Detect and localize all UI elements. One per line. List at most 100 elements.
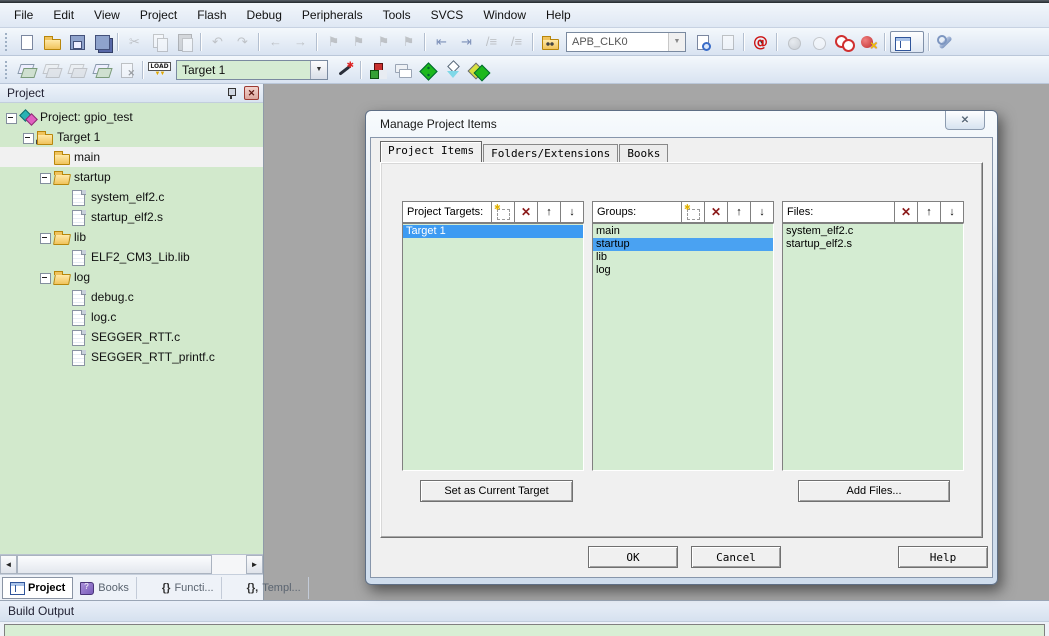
target-select-combobox[interactable]: Target 1 ▼ xyxy=(176,60,328,80)
bookmark-prev-button[interactable]: ⚑ xyxy=(347,31,370,53)
build-button[interactable] xyxy=(40,59,63,81)
cut-button[interactable]: ✂ xyxy=(123,31,146,53)
manage-rte-button[interactable] xyxy=(441,59,464,81)
target-select-dropdown[interactable]: ▼ xyxy=(310,61,327,79)
cancel-button[interactable]: Cancel xyxy=(691,546,781,568)
tree-expander-icon[interactable] xyxy=(6,113,19,122)
rebuild-button[interactable] xyxy=(65,59,88,81)
manage-components-button[interactable] xyxy=(366,59,389,81)
tree-item[interactable]: SEGGER_RTT.c xyxy=(0,327,263,347)
menu-item[interactable]: Help xyxy=(536,3,581,27)
new-target-button[interactable] xyxy=(491,202,514,222)
tree-item[interactable]: startup_elf2.s xyxy=(0,207,263,227)
find-in-files-button[interactable] xyxy=(538,31,561,53)
batch-build-button[interactable]: ▾ xyxy=(90,59,113,81)
menu-item[interactable]: View xyxy=(84,3,130,27)
dialog-tab[interactable]: Folders/Extensions xyxy=(483,144,618,162)
tree-item[interactable]: SEGGER_RTT_printf.c xyxy=(0,347,263,367)
copy-button[interactable] xyxy=(148,31,171,53)
translate-button[interactable] xyxy=(15,59,38,81)
target-list-item[interactable]: Target 1 xyxy=(403,225,583,238)
menu-item[interactable]: Edit xyxy=(43,3,84,27)
bookmark-toggle-button[interactable]: ⚑ xyxy=(322,31,345,53)
new-group-button[interactable] xyxy=(681,202,704,222)
tree-item[interactable]: startup xyxy=(0,167,263,187)
menu-item[interactable]: Flash xyxy=(187,3,236,27)
find-in-target-button[interactable] xyxy=(691,31,714,53)
move-target-up-button[interactable]: ↑ xyxy=(537,202,560,222)
tree-item[interactable]: log xyxy=(0,267,263,287)
tree-item[interactable]: debug.c xyxy=(0,287,263,307)
tree-item[interactable]: system_elf2.c xyxy=(0,187,263,207)
pack-installer-button[interactable] xyxy=(416,59,439,81)
tree-expander-icon[interactable] xyxy=(23,133,36,142)
tree-item[interactable]: ELF2_CM3_Lib.lib xyxy=(0,247,263,267)
pin-icon[interactable] xyxy=(226,87,236,99)
open-button[interactable] xyxy=(40,31,63,53)
dialog-tab[interactable]: Project Items xyxy=(380,141,482,162)
breakpoint-enable-button[interactable] xyxy=(807,31,830,53)
move-file-down-button[interactable]: ↓ xyxy=(940,202,963,222)
menu-item[interactable]: Project xyxy=(130,3,187,27)
start-debug-session-button[interactable]: ▾ xyxy=(749,31,772,53)
targets-list[interactable]: Target 1 xyxy=(402,223,584,471)
toolbar-grip[interactable] xyxy=(5,33,11,51)
file-extensions-button[interactable] xyxy=(391,59,414,81)
tree-expander-icon[interactable] xyxy=(40,233,53,242)
window-layout-button[interactable]: ▾ xyxy=(890,31,924,53)
breakpoint-insert-button[interactable] xyxy=(782,31,805,53)
group-list-item[interactable]: startup xyxy=(593,238,773,251)
delete-group-button[interactable]: ✕ xyxy=(704,202,727,222)
delete-file-button[interactable]: ✕ xyxy=(894,202,917,222)
breakpoint-kill-all-button[interactable] xyxy=(857,31,880,53)
move-target-down-button[interactable]: ↓ xyxy=(560,202,583,222)
groups-list[interactable]: main startup lib log xyxy=(592,223,774,471)
tree-item[interactable]: Target 1 xyxy=(0,127,263,147)
menu-item[interactable]: Debug xyxy=(237,3,292,27)
move-file-up-button[interactable]: ↑ xyxy=(917,202,940,222)
dialog-tab[interactable]: Books xyxy=(619,144,668,162)
horizontal-scrollbar[interactable]: ◄ ► xyxy=(0,554,263,574)
dialog-title-bar[interactable]: Manage Project Items xyxy=(370,111,993,137)
options-for-target-button[interactable] xyxy=(333,59,356,81)
delete-target-button[interactable]: ✕ xyxy=(514,202,537,222)
nav-back-button[interactable]: ← xyxy=(264,31,287,53)
help-button[interactable]: Help xyxy=(898,546,988,568)
tree-item[interactable]: lib xyxy=(0,227,263,247)
tree-item[interactable]: Project: gpio_test xyxy=(0,107,263,127)
scrollbar-track[interactable] xyxy=(17,555,246,574)
build-output-content[interactable] xyxy=(4,624,1045,636)
scroll-right-icon[interactable]: ► xyxy=(246,555,263,574)
tree-item[interactable]: main xyxy=(0,147,263,167)
build-output-header[interactable]: Build Output xyxy=(0,600,1049,622)
configure-tools-button[interactable] xyxy=(934,31,957,53)
download-button[interactable] xyxy=(148,59,171,81)
select-packs-button[interactable] xyxy=(466,59,489,81)
group-list-item[interactable]: lib xyxy=(593,251,773,264)
move-group-up-button[interactable]: ↑ xyxy=(727,202,750,222)
uncomment-button[interactable]: /≡ xyxy=(505,31,528,53)
panel-tab[interactable]: Project xyxy=(2,577,73,599)
scroll-left-icon[interactable]: ◄ xyxy=(0,555,17,574)
save-all-button[interactable] xyxy=(90,31,113,53)
panel-tab[interactable]: {} Functi... xyxy=(137,577,222,599)
nav-forward-button[interactable]: → xyxy=(289,31,312,53)
set-as-current-target-button[interactable]: Set as Current Target xyxy=(420,480,573,502)
menu-item[interactable]: Tools xyxy=(373,3,421,27)
menu-item[interactable]: SVCS xyxy=(421,3,474,27)
paste-button[interactable] xyxy=(173,31,196,53)
search-combobox-dropdown[interactable]: ▼ xyxy=(668,33,685,51)
menu-item[interactable]: Window xyxy=(473,3,536,27)
redo-button[interactable]: ↷ xyxy=(231,31,254,53)
tree-item[interactable]: log.c xyxy=(0,307,263,327)
file-list-item[interactable]: system_elf2.c xyxy=(783,225,963,238)
scrollbar-thumb[interactable] xyxy=(17,555,212,574)
save-button[interactable] xyxy=(65,31,88,53)
tree-expander-icon[interactable] xyxy=(40,173,53,182)
bookmark-clear-button[interactable]: ⚑ xyxy=(397,31,420,53)
panel-tab[interactable]: Books xyxy=(73,577,137,599)
menu-item[interactable]: File xyxy=(4,3,43,27)
stop-build-button[interactable] xyxy=(115,59,138,81)
project-panel-close-button[interactable]: ✕ xyxy=(244,86,259,100)
bookmark-next-button[interactable]: ⚑ xyxy=(372,31,395,53)
